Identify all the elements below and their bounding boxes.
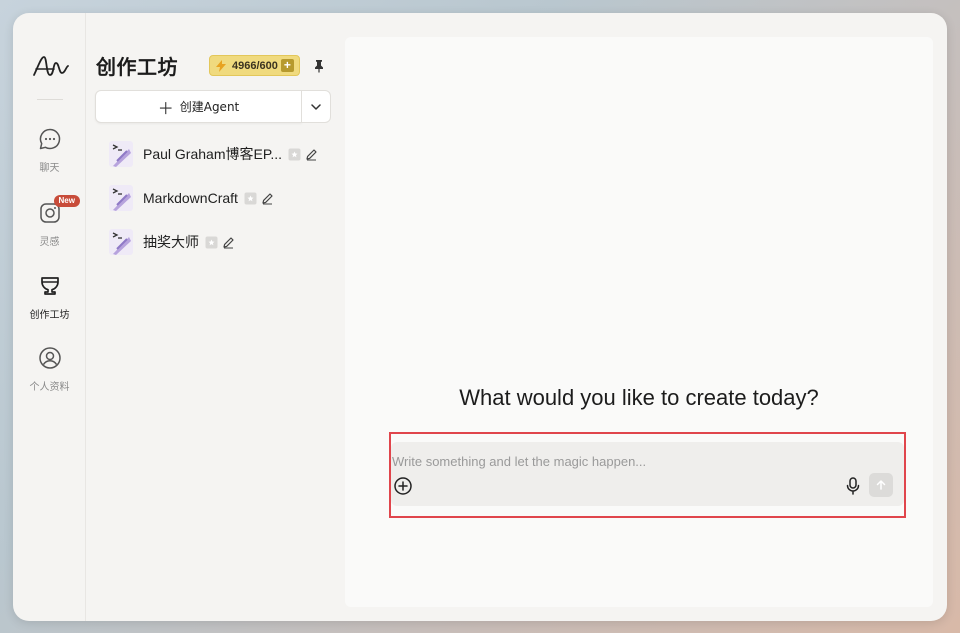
agent-name: Paul Graham博客EP... <box>143 146 283 162</box>
chat-icon <box>38 127 62 151</box>
create-agent-button[interactable]: ＋ 创建Agent <box>95 90 302 123</box>
rail-divider <box>37 99 63 100</box>
plus-icon: ＋ <box>157 98 174 118</box>
agent-avatar-icon <box>109 141 133 167</box>
lightning-icon <box>216 59 226 72</box>
agent-avatar-icon <box>109 229 133 255</box>
add-credits-icon[interactable]: + <box>280 59 294 72</box>
rail-item-profile[interactable]: 个人资料 <box>13 346 86 393</box>
prompt-input[interactable] <box>392 452 872 470</box>
edit-icon[interactable] <box>261 192 274 205</box>
compose-box <box>391 442 904 506</box>
user-icon <box>38 346 62 370</box>
agent-list-item[interactable]: MarkdownCraft <box>107 183 337 213</box>
send-button[interactable] <box>869 473 893 497</box>
pin-icon[interactable] <box>312 59 326 73</box>
page-headline: What would you like to create today? <box>459 385 819 410</box>
rail-label-inspiration: 灵感 <box>39 237 60 248</box>
credits-count: 4966/600 <box>232 59 278 72</box>
left-rail: 聊天 New 灵感 创作工坊 个人资料 <box>13 13 86 621</box>
rail-item-chat[interactable]: 聊天 <box>13 127 86 174</box>
create-agent-label: 创建Agent <box>179 100 240 114</box>
add-attachment-icon[interactable] <box>393 476 413 496</box>
credits-badge[interactable]: 4966/600 + <box>209 55 300 76</box>
camera-icon: New <box>38 195 80 225</box>
rail-label-workshop: 创作工坊 <box>29 310 70 321</box>
status-tag-icon <box>205 236 218 248</box>
sidebar-title: 创作工坊 <box>96 55 178 79</box>
chevron-down-icon <box>311 103 321 110</box>
edit-icon[interactable] <box>222 236 235 249</box>
workshop-sidebar: 创作工坊 4966/600 + ＋ 创建Agent Paul Graham博客E… <box>86 13 344 621</box>
rail-item-inspiration[interactable]: New 灵感 <box>13 195 86 248</box>
create-options-dropdown[interactable] <box>301 90 331 123</box>
app-logo-icon <box>33 56 69 76</box>
agent-list-item[interactable]: 抽奖大师 <box>107 227 337 257</box>
trophy-icon <box>38 274 62 298</box>
agent-list-item[interactable]: Paul Graham博客EP... <box>107 139 337 169</box>
main-panel: What would you like to create today? <box>345 37 933 607</box>
rail-item-workshop[interactable]: 创作工坊 <box>13 274 86 321</box>
new-badge: New <box>53 195 80 207</box>
agent-name: MarkdownCraft <box>143 190 238 206</box>
agent-list: Paul Graham博客EP... MarkdownCraft 抽奖大师 <box>107 139 337 271</box>
status-tag-icon <box>244 192 257 204</box>
microphone-icon[interactable] <box>844 476 862 496</box>
status-tag-icon <box>288 148 301 160</box>
compose-box-highlight <box>389 432 906 518</box>
agent-avatar-icon <box>109 185 133 211</box>
rail-label-chat: 聊天 <box>39 163 60 174</box>
rail-label-profile: 个人资料 <box>29 382 70 393</box>
app-window: 聊天 New 灵感 创作工坊 个人资料 创作工坊 4966/600 + ＋ 创建… <box>13 13 947 621</box>
arrow-up-icon <box>876 480 886 490</box>
edit-icon[interactable] <box>305 148 318 161</box>
agent-name: 抽奖大师 <box>143 234 199 250</box>
